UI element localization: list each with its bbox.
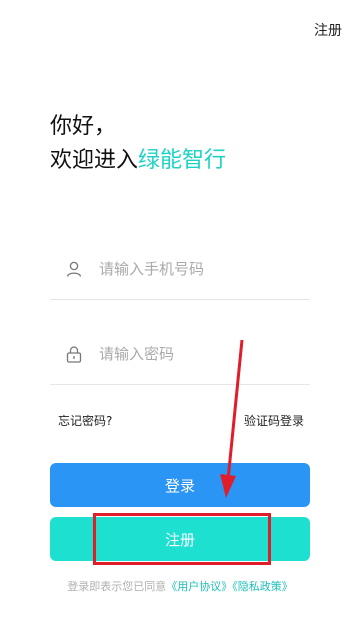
lock-icon (66, 346, 82, 363)
greeting-prefix: 欢迎进入 (50, 148, 139, 173)
greeting-line1: 你好， (50, 114, 117, 139)
link-row: 忘记密码? 验证码登录 (58, 412, 304, 429)
annotation-highlight-box (93, 513, 271, 565)
phone-field[interactable] (50, 239, 310, 300)
agreement-text: 登录即表示您已同意《用户协议》《隐私政策》 (0, 578, 360, 594)
agreement-prefix: 登录即表示您已同意 (67, 580, 167, 593)
register-link[interactable]: 注册 (314, 20, 342, 40)
brand-name: 绿能智行 (138, 148, 227, 173)
phone-input[interactable] (97, 259, 301, 279)
sms-login-link[interactable]: 验证码登录 (244, 412, 304, 429)
privacy-policy-link[interactable]: 《隐私政策》 (232, 580, 293, 593)
forgot-password-link[interactable]: 忘记密码? (58, 412, 112, 429)
password-field[interactable] (50, 324, 310, 385)
login-button[interactable]: 登录 (50, 463, 310, 507)
password-input[interactable] (97, 344, 301, 364)
greeting: 你好， 欢迎进入绿能智行 (50, 110, 226, 178)
greeting-line2: 欢迎进入绿能智行 (50, 144, 226, 178)
user-icon (66, 261, 82, 277)
user-agreement-link[interactable]: 《用户协议》 (166, 580, 232, 593)
